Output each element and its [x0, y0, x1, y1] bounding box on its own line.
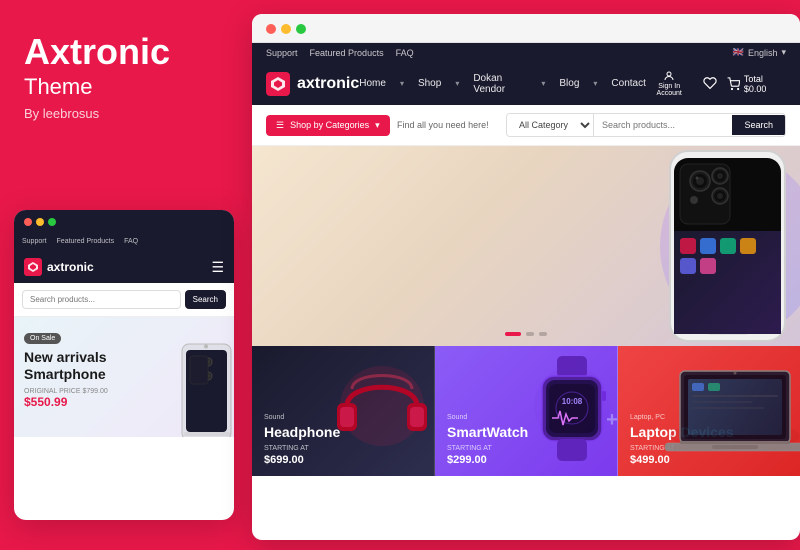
mobile-nav-featured[interactable]: Featured Products — [57, 238, 115, 245]
mobile-logo-icon — [24, 258, 42, 276]
hamburger-icon: ☰ — [276, 120, 284, 131]
hero-dot-2[interactable] — [526, 332, 534, 336]
brand-subtitle: Theme — [24, 74, 224, 100]
flag-icon: 🇬🇧 — [733, 47, 744, 58]
site-logo: axtronic — [266, 72, 359, 96]
wishlist-button[interactable] — [703, 76, 717, 91]
mobile-header: axtronic ☰ — [14, 251, 234, 283]
dot-yellow — [36, 218, 44, 226]
dot-green — [48, 218, 56, 226]
account-label: Sign In Account — [646, 83, 693, 97]
cart-label: Total $0.00 — [744, 74, 786, 94]
mobile-phone-illustration — [174, 342, 234, 437]
mobile-nav-bar: Support Featured Products FAQ — [14, 234, 234, 251]
mobile-nav-faq[interactable]: FAQ — [124, 238, 138, 245]
hamburger-icon[interactable]: ☰ — [211, 259, 224, 276]
site-nav-actions: Sign In Account Total $0.00 — [646, 70, 786, 97]
headphone-image — [322, 351, 435, 461]
mobile-logo-text: axtronic — [47, 260, 94, 274]
on-sale-badge: On Sale — [24, 333, 61, 344]
browser-window-controls — [252, 14, 800, 43]
slide-title-line2: Smartphone — [24, 366, 106, 382]
mobile-logo: axtronic — [24, 258, 94, 276]
mobile-search-input[interactable] — [22, 290, 181, 309]
hero-banner — [252, 146, 800, 346]
site-logo-icon — [266, 72, 290, 96]
nav-shop[interactable]: Shop — [418, 78, 441, 89]
topbar-faq[interactable]: FAQ — [396, 48, 414, 58]
account-button[interactable]: Sign In Account — [646, 70, 693, 97]
category-select[interactable]: All Category — [507, 114, 594, 136]
nav-contact[interactable]: Contact — [611, 78, 645, 89]
mobile-window-controls — [14, 210, 234, 234]
slide-title-line1: New arrivals — [24, 349, 107, 365]
mobile-nav-support[interactable]: Support — [22, 238, 47, 245]
hero-phone-illustration — [580, 146, 800, 346]
search-group: All Category Search — [506, 113, 786, 137]
smartwatch-image: 10:08 + — [522, 351, 618, 461]
mobile-preview-card: Support Featured Products FAQ axtronic ☰… — [14, 210, 234, 520]
product-card-headphone[interactable]: Sound Headphone STARTING AT $699.00 — [252, 346, 435, 476]
site-logo-text: axtronic — [297, 75, 359, 93]
product-card-laptop[interactable]: Laptop, PC Laptop Devices STARTING AT $4… — [618, 346, 800, 476]
brand-title: Axtronic — [24, 32, 224, 72]
topbar-links: Support Featured Products FAQ — [266, 48, 414, 58]
nav-blog[interactable]: Blog — [559, 78, 579, 89]
laptop-image — [660, 361, 800, 461]
hero-dot-3[interactable] — [539, 332, 547, 336]
hero-dot-nav — [505, 332, 547, 336]
mobile-search-button[interactable]: Search — [185, 290, 226, 309]
browser-dot-green — [296, 24, 306, 34]
svg-text:+: + — [606, 409, 618, 431]
topbar-featured[interactable]: Featured Products — [310, 48, 384, 58]
mobile-search-bar: Search — [14, 283, 234, 317]
dot-red — [24, 218, 32, 226]
nav-dokan[interactable]: Dokan Vendor — [473, 73, 527, 95]
lang-dropdown-icon: ▾ — [781, 47, 786, 58]
site-nav-links: Home▾ Shop▾ Dokan Vendor▾ Blog▾ Contact — [359, 73, 646, 95]
left-panel: Axtronic Theme By leebrosus Support Feat… — [0, 0, 248, 550]
brand-by: By leebrosus — [24, 106, 224, 121]
browser-dot-yellow — [281, 24, 291, 34]
lang-label[interactable]: English — [748, 48, 778, 58]
site-navbar: axtronic Home▾ Shop▾ Dokan Vendor▾ Blog▾… — [252, 62, 800, 105]
site-search-bar: ☰ Shop by Categories ▾ Find all you need… — [252, 105, 800, 146]
topbar-lang[interactable]: 🇬🇧 English ▾ — [733, 47, 786, 58]
find-all-text: Find all you need here! — [397, 120, 489, 130]
topbar-support[interactable]: Support — [266, 48, 298, 58]
cart-button[interactable]: Total $0.00 — [727, 74, 786, 94]
svg-text:10:08: 10:08 — [562, 397, 583, 406]
browser-mockup: Support Featured Products FAQ 🇬🇧 English… — [252, 14, 800, 540]
site-topbar: Support Featured Products FAQ 🇬🇧 English… — [252, 43, 800, 62]
product-card-smartwatch[interactable]: Sound SmartWatch STARTING AT $299.00 10:… — [435, 346, 618, 476]
browser-dot-red — [266, 24, 276, 34]
search-input[interactable] — [594, 115, 732, 135]
cat-dropdown-icon: ▾ — [375, 120, 380, 131]
search-button[interactable]: Search — [732, 115, 785, 135]
mobile-hero-slide: On Sale New arrivals Smartphone ORIGINAL… — [14, 317, 234, 437]
shop-by-categories-button[interactable]: ☰ Shop by Categories ▾ — [266, 115, 390, 136]
shop-by-cat-label: Shop by Categories — [290, 120, 369, 130]
product-cards-row: Sound Headphone STARTING AT $699.00 Soun — [252, 346, 800, 476]
hero-content — [252, 226, 312, 266]
nav-home[interactable]: Home — [359, 78, 386, 89]
hero-dot-1[interactable] — [505, 332, 521, 336]
